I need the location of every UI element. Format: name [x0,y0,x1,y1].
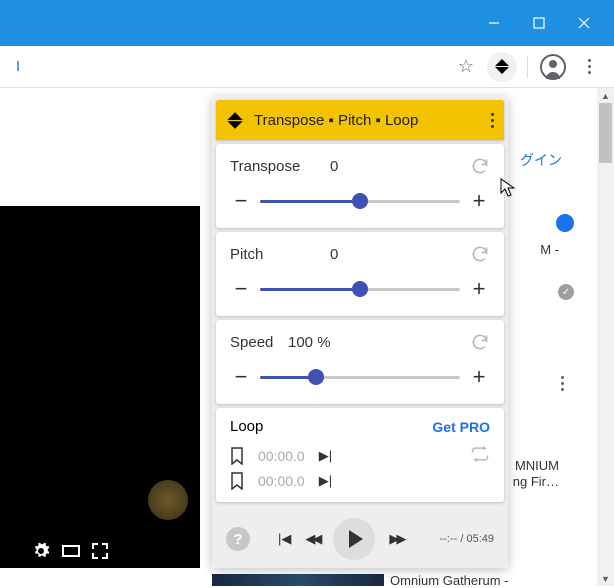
avatar-icon [540,54,566,80]
transpose-popup: Transpose ▪ Pitch ▪ Loop Transpose 0 − +… [212,96,508,568]
playback-time: --:-- / 05:49 [440,533,494,545]
page-content: ▲ ▼ グイン M - ✓ MNIUM ng Fir… Omnium Gathe… [0,88,614,586]
bookmark-star-icon[interactable]: ☆ [451,52,481,82]
loop-end-skip-button[interactable]: ▶| [319,473,332,489]
vertical-scrollbar[interactable]: ▲ ▼ [597,88,614,586]
extension-button[interactable] [487,52,517,82]
play-icon [349,530,363,548]
transpose-extension-icon [493,58,511,76]
loop-end-time[interactable]: 00:00.0 [258,473,305,489]
transpose-card: Transpose 0 − + [216,144,504,228]
transpose-value: 0 [308,158,470,175]
verified-badge-icon: ✓ [558,284,574,300]
popup-logo-icon [225,110,245,130]
scroll-down-arrow[interactable]: ▼ [601,574,610,583]
video-controls [32,542,108,560]
url-fragment: I [16,58,20,75]
forward-button[interactable]: ▶▶ [389,531,403,547]
theater-mode-icon[interactable] [62,545,80,557]
video-item-menu-button[interactable] [561,376,564,391]
scroll-thumb[interactable] [599,103,612,163]
loop-repeat-button[interactable] [470,445,490,466]
scroll-up-arrow[interactable]: ▲ [601,91,610,100]
transpose-minus-button[interactable]: − [230,190,252,212]
settings-gear-icon[interactable] [32,542,50,560]
rewind-button[interactable]: ◀◀ [305,531,319,547]
pitch-minus-button[interactable]: − [230,278,252,300]
window-minimize-button[interactable] [471,0,516,46]
autoplay-toggle[interactable] [556,214,574,232]
loop-start-bookmark-icon[interactable] [230,447,244,465]
bg-text-m: M - [540,242,559,257]
popup-title: Transpose ▪ Pitch ▪ Loop [254,112,481,129]
pitch-slider[interactable] [260,288,460,291]
loop-start-skip-button[interactable]: ▶| [319,448,332,464]
loop-end-bookmark-icon[interactable] [230,472,244,490]
play-button[interactable] [333,518,375,560]
transpose-slider[interactable] [260,200,460,203]
transpose-label: Transpose [230,158,308,175]
transpose-plus-button[interactable]: + [468,190,490,212]
window-close-button[interactable] [561,0,606,46]
browser-menu-button[interactable] [574,52,604,82]
speed-label: Speed [230,334,288,351]
channel-emblem-icon [148,480,188,520]
pitch-card: Pitch 0 − + [216,232,504,316]
video-player[interactable] [0,206,200,568]
speed-value: 100 % [288,334,470,351]
profile-avatar-button[interactable] [538,52,568,82]
toolbar-divider [527,56,528,78]
loop-start-time[interactable]: 00:00.0 [258,448,305,464]
help-button[interactable]: ? [226,527,250,551]
loop-label: Loop [230,418,263,435]
prev-track-button[interactable]: |◀ [278,531,291,547]
browser-toolbar: I ☆ [0,46,614,88]
login-link[interactable]: グイン [520,150,562,170]
speed-minus-button[interactable]: − [230,366,252,388]
loop-card: Loop Get PRO 00:00.0 ▶| 00:00.0 ▶| [216,408,504,502]
next-video-thumbnail[interactable] [212,574,384,586]
speed-reset-button[interactable] [470,332,490,352]
speed-card: Speed 100 % − + [216,320,504,404]
pitch-label: Pitch [230,246,308,263]
window-maximize-button[interactable] [516,0,561,46]
pitch-plus-button[interactable]: + [468,278,490,300]
transpose-reset-button[interactable] [470,156,490,176]
get-pro-link[interactable]: Get PRO [432,419,490,435]
thumb-text-a: MNIUM [515,458,559,473]
pitch-reset-button[interactable] [470,244,490,264]
thumb-text-b: ng Fir… [513,474,559,489]
speed-plus-button[interactable]: + [468,366,490,388]
popup-menu-button[interactable] [491,113,494,128]
speed-slider[interactable] [260,376,460,379]
address-bar-area[interactable]: I [10,58,445,75]
player-controls: ? |◀ ◀◀ ▶▶ --:-- / 05:49 [212,506,508,568]
popup-header: Transpose ▪ Pitch ▪ Loop [216,100,504,140]
window-titlebar [0,0,614,46]
fullscreen-icon[interactable] [92,543,108,559]
pitch-value: 0 [308,246,470,263]
